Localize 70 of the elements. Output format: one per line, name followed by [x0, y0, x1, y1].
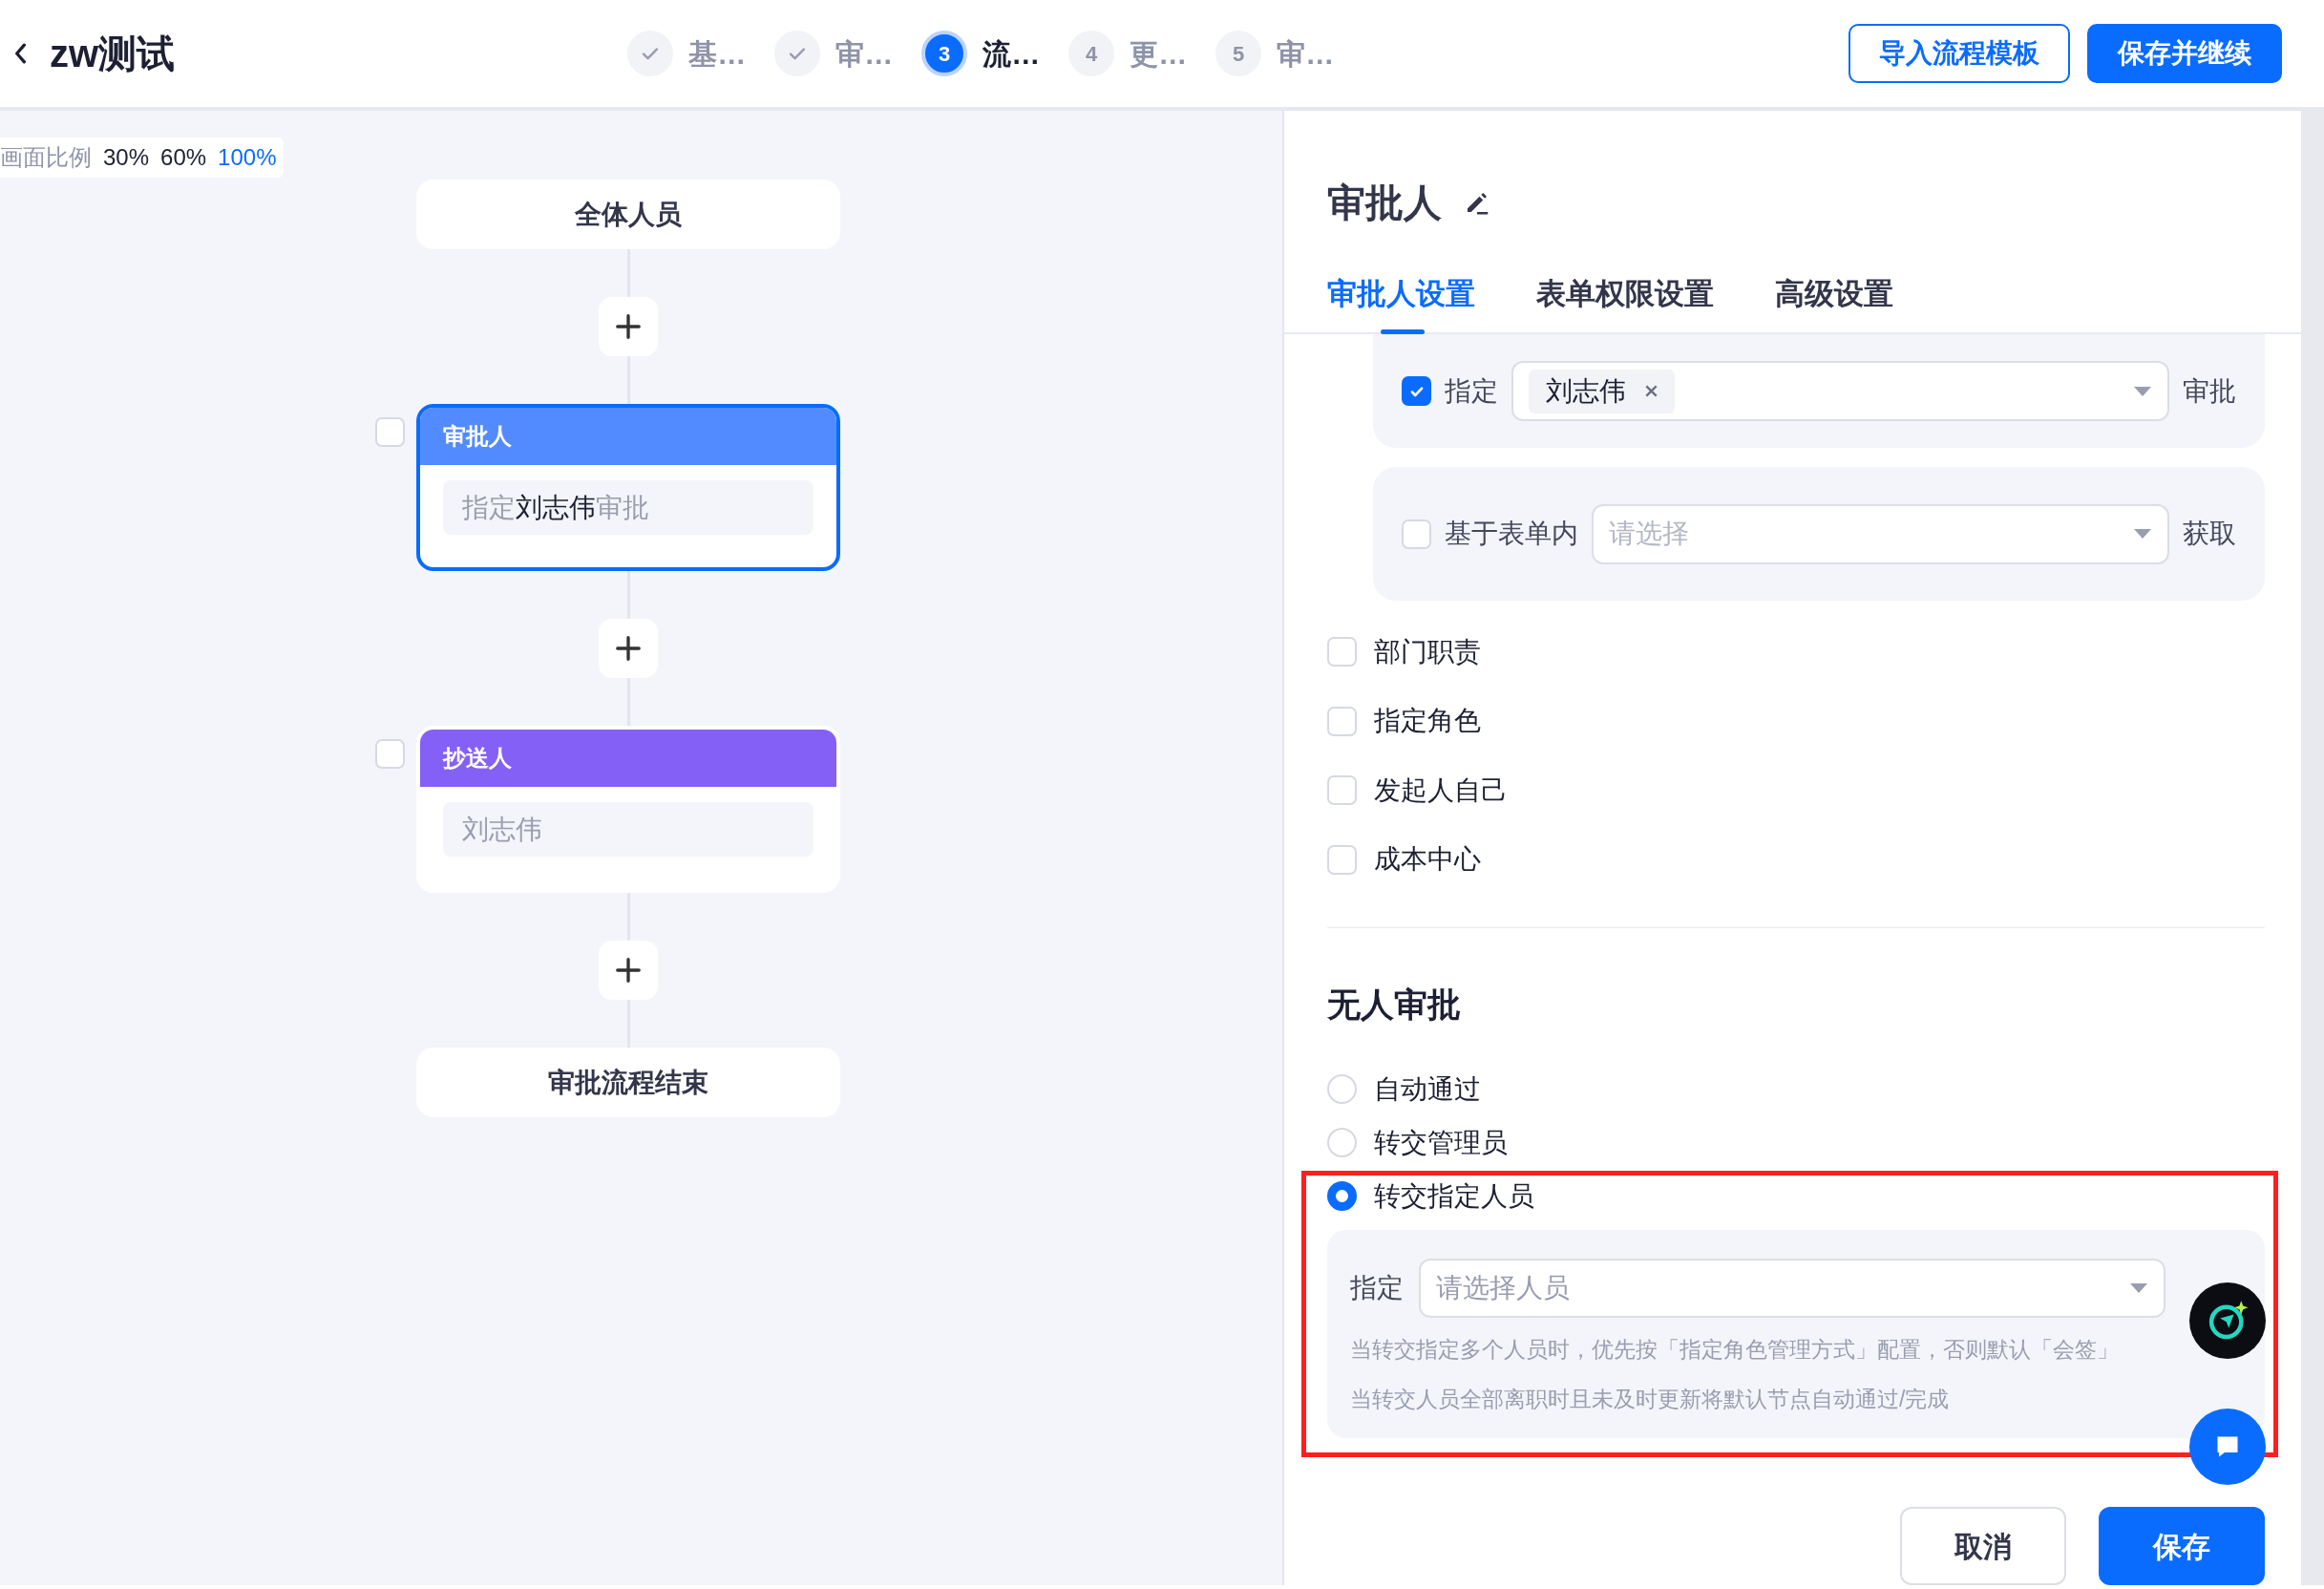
- back-icon[interactable]: [13, 43, 27, 64]
- zoom-label: 画面比例: [0, 143, 92, 172]
- checkbox[interactable]: [1402, 376, 1431, 407]
- panel-button[interactable]: 保存: [2099, 1507, 2265, 1585]
- checkbox[interactable]: [375, 417, 405, 447]
- node-summary: 刘志伟: [443, 802, 813, 857]
- select-placeholder: 请选择: [1609, 518, 1689, 550]
- step-number: 3: [921, 31, 968, 76]
- page-title: zw测试: [50, 32, 176, 76]
- panel-button[interactable]: 取消: [1900, 1507, 2066, 1585]
- add-node-button[interactable]: [599, 619, 658, 678]
- person-tag: 刘志伟: [1529, 369, 1675, 413]
- header-button[interactable]: 导入流程模板: [1849, 24, 2070, 83]
- remove-icon[interactable]: [1645, 385, 1658, 398]
- option-label: 指定角色: [1374, 705, 1481, 738]
- option-label: 部门职责: [1374, 635, 1481, 668]
- checkbox[interactable]: [375, 739, 405, 769]
- flow-node-card[interactable]: 抄送人 刘志伟: [416, 726, 840, 893]
- radio-button[interactable]: [1327, 1181, 1357, 1212]
- checkbox[interactable]: [1327, 844, 1357, 875]
- option-suffix: 审批: [2183, 374, 2236, 408]
- checkbox[interactable]: [1402, 519, 1431, 549]
- zoom-option[interactable]: 100%: [218, 140, 277, 175]
- hint-text: 当转交人员全部离职时且未及时更新将默认节点自动通过/完成: [1350, 1386, 1951, 1414]
- checkbox[interactable]: [1327, 637, 1357, 667]
- hint-text: 当转交指定多个人员时，优先按「指定角色管理方式」配置，否则默认「会签」: [1350, 1335, 2120, 1364]
- add-node-button[interactable]: [599, 941, 658, 1000]
- plus-icon: [615, 635, 642, 662]
- dropdown-caret-icon: [2133, 528, 2152, 540]
- step-label[interactable]: 审…: [1277, 32, 1335, 75]
- zoom-option[interactable]: 60%: [160, 140, 207, 175]
- person-select-field[interactable]: 请选择人员: [1419, 1258, 2166, 1318]
- flow-node-card[interactable]: 审批人 指定刘志伟审批: [416, 404, 840, 571]
- option-suffix: 获取: [2183, 518, 2236, 550]
- radio-label: 自动通过: [1374, 1072, 1481, 1106]
- zoom-option[interactable]: 30%: [103, 140, 150, 175]
- radio-label: 转交管理员: [1374, 1126, 1508, 1159]
- select-placeholder: 请选择人员: [1436, 1271, 1570, 1304]
- option-label: 指定: [1445, 374, 1498, 408]
- step-number: 4: [1068, 31, 1115, 76]
- dropdown-caret-icon: [2133, 385, 2152, 397]
- option-label: 成本中心: [1374, 843, 1481, 877]
- header-button[interactable]: 保存并继续: [2087, 24, 2282, 83]
- option-label: 基于表单内: [1445, 518, 1578, 550]
- step-label[interactable]: 审…: [835, 32, 894, 75]
- node-title: 审批人: [420, 408, 836, 465]
- radio-label: 转交指定人员: [1374, 1179, 1534, 1213]
- field-label: 指定: [1350, 1271, 1404, 1304]
- step-label[interactable]: 流…: [982, 32, 1041, 75]
- node-title: 抄送人: [420, 730, 836, 787]
- plus-icon: [615, 313, 642, 340]
- panel-tab[interactable]: 审批人设置: [1327, 256, 1475, 332]
- checkbox[interactable]: [1327, 706, 1357, 736]
- plus-icon: [615, 957, 642, 984]
- add-node-button[interactable]: [599, 297, 658, 356]
- panel-title: 审批人: [1327, 180, 1442, 225]
- step-label[interactable]: 更…: [1130, 32, 1188, 75]
- section-title: 无人审批: [1327, 985, 1462, 1026]
- option-label: 发起人自己: [1374, 773, 1508, 807]
- step-label[interactable]: 基…: [688, 32, 747, 75]
- panel-tab[interactable]: 表单权限设置: [1536, 256, 1714, 332]
- scrollbar[interactable]: [2301, 111, 2324, 1585]
- step-number: 5: [1215, 31, 1262, 76]
- select-field[interactable]: 刘志伟: [1511, 361, 2169, 422]
- node-summary: 指定刘志伟审批: [443, 480, 813, 535]
- checkbox[interactable]: [1327, 775, 1357, 806]
- flow-node[interactable]: 审批流程结束: [416, 1048, 840, 1117]
- panel-tab[interactable]: 高级设置: [1775, 256, 1893, 332]
- dropdown-caret-icon: [2129, 1282, 2148, 1294]
- flow-node[interactable]: 全体人员: [416, 180, 840, 249]
